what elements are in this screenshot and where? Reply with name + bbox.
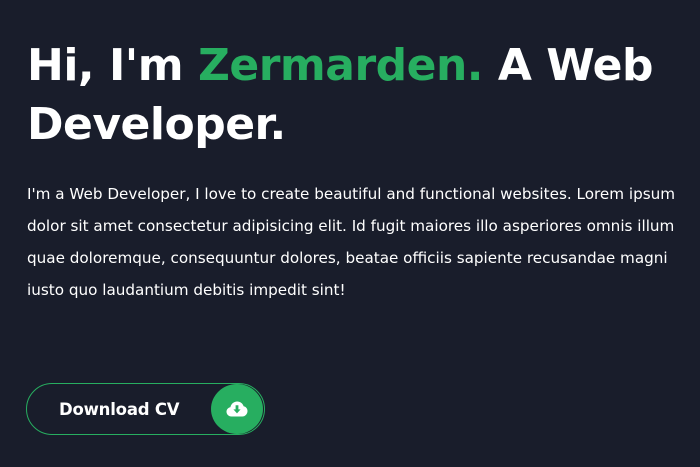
cloud-download-icon: [211, 384, 263, 434]
hero-title: Hi, I'm Zermarden. A Web Developer.: [27, 36, 667, 154]
hero-title-prefix: Hi, I'm: [27, 40, 198, 91]
download-cv-label: Download CV: [59, 399, 180, 419]
hero-name: Zermarden.: [197, 40, 484, 91]
download-cv-button[interactable]: Download CV: [26, 383, 265, 435]
hero-description: I'm a Web Developer, I love to create be…: [27, 185, 676, 299]
hero-section: Hi, I'm Zermarden. A Web Developer. I'm …: [27, 36, 687, 306]
